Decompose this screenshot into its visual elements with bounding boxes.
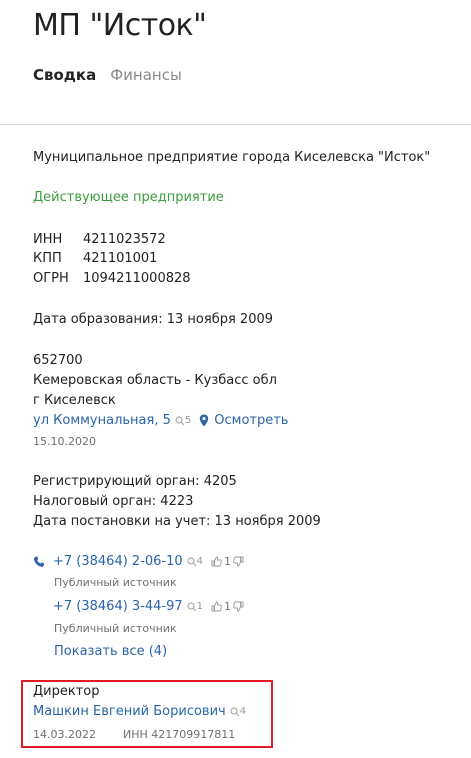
phone-2-dislike-button[interactable] xyxy=(233,601,244,612)
ogrn-label: ОГРН xyxy=(33,271,69,286)
tax-authority: Налоговый орган: 4223 xyxy=(33,494,194,509)
address-date: 15.10.2020 xyxy=(33,435,96,448)
street-count-value: 5 xyxy=(184,415,192,426)
director-name-row: Машкин Евгений Борисович 4 xyxy=(33,704,246,719)
kpp-row: КПП 421101001 xyxy=(33,251,157,266)
director-inn: ИНН 421709917811 xyxy=(123,728,236,741)
phone-2-source: Публичный источник xyxy=(54,622,177,635)
registration-authority: Регистрирующий орган: 4205 xyxy=(33,474,237,489)
founded-date: Дата образования: 13 ноября 2009 xyxy=(33,312,274,327)
phone-1-count: 4 xyxy=(187,556,203,567)
phone-2-count: 1 xyxy=(187,601,203,612)
thumbs-down-icon xyxy=(233,556,244,567)
map-view-label: Осмотреть xyxy=(214,413,289,428)
address-city: г Киселевск xyxy=(33,393,116,408)
registration-date: Дата постановки на учет: 13 ноября 2009 xyxy=(33,514,321,529)
search-icon xyxy=(187,601,197,611)
company-full-name: Муниципальное предприятие города Киселев… xyxy=(33,150,431,165)
phone-1-like-button[interactable]: 1 xyxy=(211,555,231,568)
thumbs-up-icon xyxy=(211,556,222,567)
phone-link-2[interactable]: +7 (38464) 3-44-97 xyxy=(53,599,183,614)
search-icon xyxy=(230,706,240,716)
ogrn-value: 1094211000828 xyxy=(83,271,191,286)
director-role: Директор xyxy=(33,684,100,699)
street-count: 5 xyxy=(175,415,191,426)
phone-row-2: +7 (38464) 3-44-97 1 1 xyxy=(53,599,244,614)
tab-finance[interactable]: Финансы xyxy=(110,66,182,84)
address-street-link[interactable]: ул Коммунальная, 5 xyxy=(33,413,171,428)
inn-label: ИНН xyxy=(33,232,63,247)
address-postcode: 652700 xyxy=(33,353,83,368)
phone-1-likes: 1 xyxy=(224,555,232,568)
phone-icon xyxy=(33,556,45,567)
phone-1-count-value: 4 xyxy=(196,556,204,567)
phone-2-like-button[interactable]: 1 xyxy=(211,600,231,613)
thumbs-down-icon xyxy=(233,601,244,612)
phone-row-1: +7 (38464) 2-06-10 4 1 xyxy=(33,554,244,569)
header-divider xyxy=(0,124,471,125)
search-icon xyxy=(175,415,185,425)
show-all-phones-link[interactable]: Показать все (4) xyxy=(54,644,167,659)
tab-bar: Сводка Финансы xyxy=(33,66,182,84)
company-status: Действующее предприятие xyxy=(33,190,224,205)
phone-link-1[interactable]: +7 (38464) 2-06-10 xyxy=(53,554,183,569)
phone-1-dislike-button[interactable] xyxy=(233,556,244,567)
map-pin-icon xyxy=(200,414,209,427)
search-icon xyxy=(187,556,197,566)
kpp-value: 421101001 xyxy=(83,251,158,266)
director-count: 4 xyxy=(230,706,246,717)
phone-2-likes: 1 xyxy=(224,600,232,613)
director-name-link[interactable]: Машкин Евгений Борисович xyxy=(33,704,226,719)
inn-row: ИНН 4211023572 xyxy=(33,232,166,247)
phone-2-count-value: 1 xyxy=(196,601,204,612)
tab-summary[interactable]: Сводка xyxy=(33,66,96,84)
director-date: 14.03.2022 xyxy=(33,728,96,741)
page-title: МП "Исток" xyxy=(33,8,207,43)
map-view-link[interactable]: Осмотреть xyxy=(199,413,288,428)
thumbs-up-icon xyxy=(211,601,222,612)
ogrn-row: ОГРН 1094211000828 xyxy=(33,271,191,286)
address-street-row: ул Коммунальная, 5 5 Осмотреть xyxy=(33,413,288,428)
director-count-value: 4 xyxy=(239,706,247,717)
kpp-label: КПП xyxy=(33,251,62,266)
phone-1-source: Публичный источник xyxy=(54,576,177,589)
address-region: Кемеровская область - Кузбасс обл xyxy=(33,373,277,388)
inn-value: 4211023572 xyxy=(83,232,166,247)
